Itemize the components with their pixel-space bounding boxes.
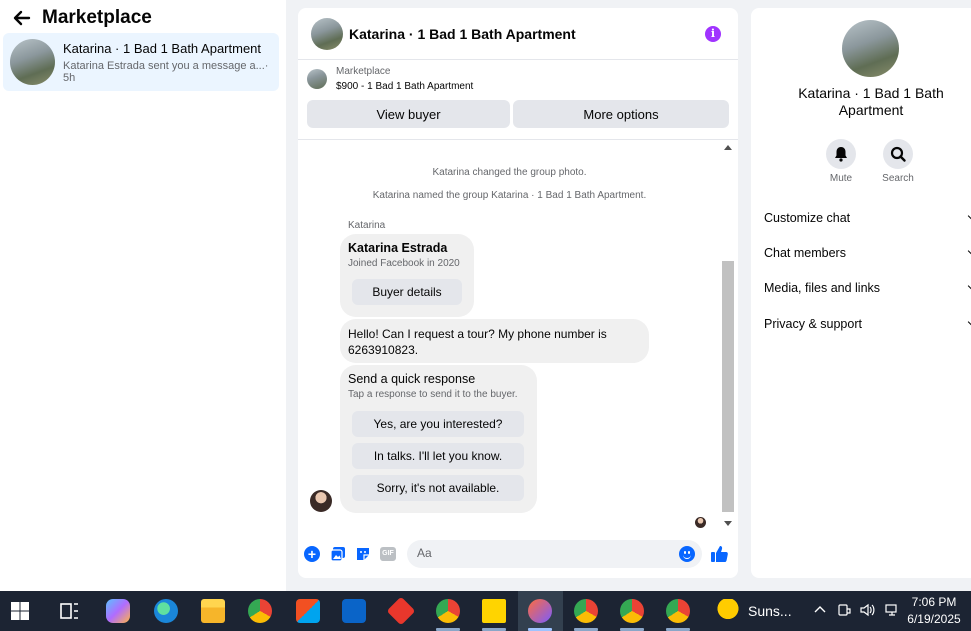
weather-text[interactable]: Suns... xyxy=(748,603,792,619)
search-label: Search xyxy=(882,173,914,184)
system-clock[interactable]: 7:06 PM 6/19/2025 xyxy=(902,594,966,628)
section-privacy-support[interactable]: Privacy & support xyxy=(764,317,862,331)
plus-icon[interactable]: + xyxy=(304,546,320,562)
view-buyer-button[interactable]: View buyer xyxy=(307,100,510,128)
quick-response-subtitle: Tap a response to send it to the buyer. xyxy=(348,389,518,400)
scroll-up-arrow-icon[interactable] xyxy=(724,145,732,150)
buyer-card-bubble: Katarina Estrada Joined Facebook in 2020… xyxy=(340,234,474,317)
section-chat-members[interactable]: Chat members xyxy=(764,246,846,260)
task-view-icon[interactable] xyxy=(58,599,82,623)
windows-start-icon[interactable] xyxy=(10,601,30,621)
message-bubble: Hello! Can I request a tour? My phone nu… xyxy=(340,319,649,363)
listing-category: Marketplace xyxy=(336,66,391,77)
copilot-icon[interactable] xyxy=(106,599,130,623)
conversation-sidebar: Marketplace Katarina · 1 Bad 1 Bath Apar… xyxy=(0,0,286,591)
message-scrollbar[interactable] xyxy=(721,141,735,530)
conversation-preview: Katarina Estrada sent you a message a...… xyxy=(63,60,279,84)
network-icon[interactable] xyxy=(885,603,899,620)
buyer-details-button[interactable]: Buyer details xyxy=(352,279,462,305)
chat-header: Katarina · 1 Bad 1 Bath Apartment i xyxy=(298,8,738,60)
group-title: Katarina · 1 Bad 1 Bath Apartment xyxy=(798,85,944,118)
buyer-name: Katarina Estrada xyxy=(348,241,448,255)
volume-icon[interactable] xyxy=(860,603,876,620)
conversation-item[interactable]: Katarina · 1 Bad 1 Bath Apartment Katari… xyxy=(3,33,279,91)
conversation-preview-text: Katarina Estrada sent you a message a... xyxy=(63,59,265,72)
listing-thumbnail[interactable] xyxy=(307,69,327,89)
sender-name: Katarina xyxy=(348,220,386,231)
snipping-tool-icon[interactable] xyxy=(528,599,552,623)
chrome-profile-icon[interactable] xyxy=(620,599,644,623)
more-options-button[interactable]: More options xyxy=(513,100,729,128)
message-input[interactable] xyxy=(417,546,667,560)
message-input-box[interactable] xyxy=(407,540,702,568)
chrome-profile-icon[interactable] xyxy=(436,599,460,623)
clock-time: 7:06 PM xyxy=(911,595,957,609)
sidebar-title: Marketplace xyxy=(42,7,152,28)
seen-receipt-avatar xyxy=(695,517,706,528)
chat-panel: Katarina · 1 Bad 1 Bath Apartment i Mark… xyxy=(298,8,738,578)
clock-date: 6/19/2025 xyxy=(907,612,961,626)
weather-sun-icon[interactable] xyxy=(716,599,740,623)
chat-avatar[interactable] xyxy=(311,17,343,50)
quick-response-in-talks-button[interactable]: In talks. I'll let you know. xyxy=(352,443,524,469)
file-explorer-icon[interactable] xyxy=(201,599,225,623)
photo-icon[interactable] xyxy=(330,546,346,562)
message-list: Katarina changed the group photo. Katari… xyxy=(298,141,738,530)
quick-response-not-available-button[interactable]: Sorry, it's not available. xyxy=(352,475,524,501)
thumbs-up-icon[interactable] xyxy=(710,545,729,563)
bell-icon[interactable] xyxy=(826,139,856,169)
back-arrow-icon[interactable] xyxy=(12,8,32,28)
chevron-up-icon[interactable] xyxy=(813,603,827,620)
scroll-down-arrow-icon[interactable] xyxy=(724,521,732,526)
system-message: Katarina named the group Katarina · 1 Ba… xyxy=(372,190,647,201)
mute-button[interactable]: Mute xyxy=(816,139,866,184)
chat-title[interactable]: Katarina · 1 Bad 1 Bath Apartment xyxy=(349,26,576,42)
gif-icon[interactable]: GIF xyxy=(380,547,396,561)
chrome-profile-icon[interactable] xyxy=(574,599,598,623)
section-media-files-links[interactable]: Media, files and links xyxy=(764,281,880,295)
microsoft-store-icon[interactable] xyxy=(296,599,320,623)
conversation-avatar xyxy=(10,39,56,85)
chrome-icon[interactable] xyxy=(248,599,272,623)
sticky-notes-icon[interactable] xyxy=(482,599,506,623)
system-message: Katarina changed the group photo. xyxy=(432,167,587,178)
quick-response-yes-button[interactable]: Yes, are you interested? xyxy=(352,411,524,437)
buyer-joined: Joined Facebook in 2020 xyxy=(348,258,460,269)
mute-label: Mute xyxy=(829,173,853,184)
sticker-icon[interactable] xyxy=(355,546,371,562)
outlook-icon[interactable] xyxy=(342,599,366,623)
edge-browser-icon[interactable] xyxy=(154,599,178,623)
message-composer: + GIF xyxy=(298,538,738,572)
group-avatar[interactable] xyxy=(842,20,899,77)
listing-banner: Marketplace $900 - 1 Bad 1 Bath Apartmen… xyxy=(298,60,738,140)
listing-price-title[interactable]: $900 - 1 Bad 1 Bath Apartment xyxy=(336,81,473,92)
message-text: Hello! Can I request a tour? My phone nu… xyxy=(348,327,607,357)
search-button[interactable]: Search xyxy=(873,139,923,184)
section-customize-chat[interactable]: Customize chat xyxy=(764,211,850,225)
sidebar-header: Marketplace xyxy=(12,6,152,30)
windows-taskbar: Suns... 7:06 PM 6/19/2025 xyxy=(0,591,971,631)
quick-response-bubble: Send a quick response Tap a response to … xyxy=(340,365,537,513)
device-icon[interactable] xyxy=(837,603,851,620)
chrome-profile-icon[interactable] xyxy=(666,599,690,623)
search-icon[interactable] xyxy=(883,139,913,169)
git-app-icon[interactable] xyxy=(386,596,416,626)
emoji-icon[interactable] xyxy=(679,546,695,562)
scroll-thumb[interactable] xyxy=(722,261,734,512)
chat-details-panel: Katarina · 1 Bad 1 Bath Apartment Mute S… xyxy=(751,8,971,578)
quick-response-title: Send a quick response xyxy=(348,372,476,386)
info-icon[interactable]: i xyxy=(705,26,721,42)
conversation-title: Katarina · 1 Bad 1 Bath Apartment xyxy=(63,40,262,56)
sender-avatar[interactable] xyxy=(310,490,332,512)
